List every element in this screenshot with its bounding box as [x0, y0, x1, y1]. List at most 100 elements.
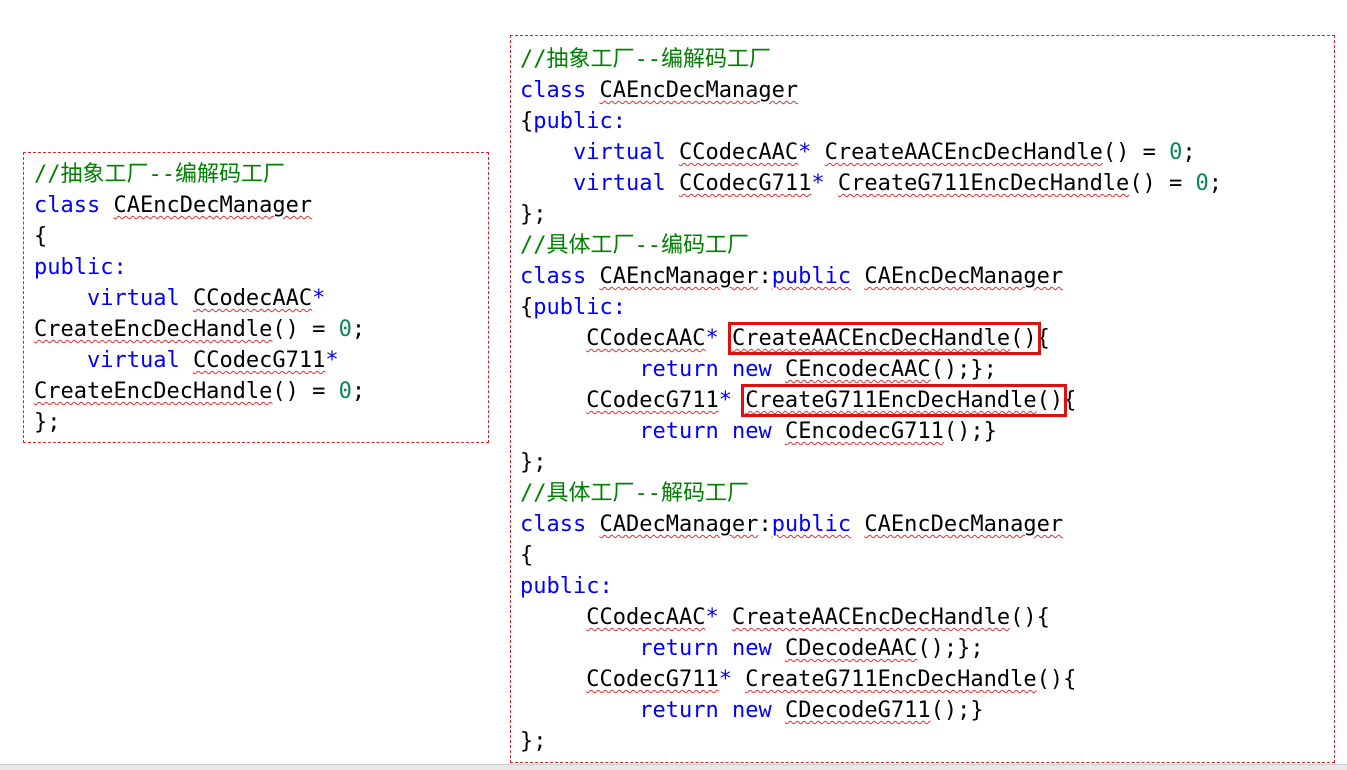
code-line: class CAEncDecManager	[520, 75, 1334, 106]
keyword-class: class	[34, 193, 101, 218]
type-name: CCodecAAC	[678, 140, 799, 165]
pointer-star: *	[705, 326, 719, 351]
paren-open: (	[1036, 388, 1050, 413]
close-brace: };	[34, 410, 61, 435]
type-name: CCodecG711	[678, 171, 812, 196]
keyword-class: class	[520, 264, 587, 289]
class-name: CADecManager	[599, 512, 759, 537]
method-name: CreateG711EncDecHandle	[745, 388, 1037, 413]
keyword-class: class	[520, 512, 587, 537]
open-brace: {	[1063, 388, 1077, 413]
keyword-virtual: virtual	[86, 348, 180, 373]
code-line: CreateEncDecHandle() = 0;	[34, 314, 488, 345]
type-name: CCodecAAC	[586, 605, 706, 630]
type-name: CCodecG711	[586, 388, 719, 413]
method-tail: () =	[1102, 140, 1170, 165]
right-code-box: //抽象工厂--编解码工厂 class CAEncDecManager {pub…	[510, 35, 1335, 763]
open-brace: {	[520, 543, 534, 568]
code-line: virtual CCodecG711* CreateG711EncDecHand…	[520, 168, 1334, 199]
code-line: public:	[34, 252, 488, 283]
code-line: {public:	[520, 106, 1334, 137]
code-line: };	[34, 407, 488, 438]
keyword-new: new	[731, 357, 772, 382]
code-line: class CAEncDecManager	[34, 190, 488, 221]
code-comment: //具体工厂--解码工厂	[520, 481, 749, 506]
semicolon: ;	[351, 317, 366, 342]
code-line: return new CEncodecAAC();};	[520, 354, 1334, 385]
pointer-star: *	[325, 348, 339, 373]
code-comment: //抽象工厂--编解码工厂	[520, 47, 771, 72]
open-brace: {	[520, 109, 534, 134]
code-line: //具体工厂--解码工厂	[520, 478, 1334, 509]
keyword-public: public	[771, 264, 852, 289]
pointer-star: *	[811, 171, 825, 196]
close-brace: };	[520, 450, 547, 475]
code-line: //抽象工厂--编解码工厂	[34, 159, 488, 190]
ctor-name: CDecodeG711	[784, 698, 931, 723]
keyword-public: public:	[34, 255, 127, 280]
keyword-return: return	[639, 357, 719, 382]
pointer-star: *	[718, 388, 732, 413]
base-class-name: CAEncDecManager	[864, 512, 1064, 537]
code-line: return new CDecodeG711();}	[520, 695, 1334, 726]
code-line: };	[520, 726, 1334, 757]
type-name: CCodecG711	[192, 348, 326, 373]
open-brace: {	[520, 295, 534, 320]
type-name: CCodecAAC	[192, 286, 313, 311]
keyword-public: public:	[520, 574, 613, 599]
colon: :	[758, 264, 772, 289]
keyword-public: public:	[533, 109, 626, 134]
keyword-public: public:	[533, 295, 626, 320]
pointer-star: *	[312, 286, 326, 311]
open-brace: {	[1036, 326, 1050, 351]
code-line: class CADecManager:public CAEncDecManage…	[520, 509, 1334, 540]
code-line: //抽象工厂--编解码工厂	[520, 44, 1334, 75]
code-line: {	[520, 540, 1334, 571]
method-name: CreateG711EncDecHandle	[837, 171, 1130, 196]
colon: :	[758, 512, 772, 537]
method-name: CreateEncDecHandle	[34, 317, 273, 342]
code-line: {public:	[520, 292, 1334, 323]
method-name: CreateG711EncDecHandle	[745, 667, 1037, 692]
paren-open: (	[1010, 326, 1024, 351]
call-brace: (){	[1010, 605, 1050, 630]
keyword-public: public	[771, 512, 852, 537]
code-line: virtual CCodecAAC*	[34, 283, 488, 314]
type-name: CCodecG711	[586, 667, 719, 692]
method-name: CreateAACEncDecHandle	[731, 605, 1011, 630]
keyword-virtual: virtual	[572, 140, 666, 165]
code-line: return new CEncodecG711();}	[520, 416, 1334, 447]
method-tail: () =	[1129, 171, 1196, 196]
number-literal: 0	[338, 317, 352, 342]
code-line: CCodecAAC* CreateAACEncDecHandle(){	[520, 602, 1334, 633]
keyword-virtual: virtual	[572, 171, 666, 196]
code-line: CCodecG711* CreateG711EncDecHandle(){	[520, 664, 1334, 695]
keyword-class: class	[520, 78, 587, 103]
code-comment: //具体工厂--编码工厂	[520, 233, 749, 258]
code-line: virtual CCodecG711*	[34, 345, 488, 376]
method-tail: () =	[272, 379, 339, 404]
paren-close: )	[1049, 388, 1064, 413]
code-line: CCodecAAC* CreateAACEncDecHandle(){	[520, 322, 1334, 355]
code-line: {	[34, 221, 488, 252]
number-literal: 0	[1195, 171, 1209, 196]
base-class-name: CAEncDecManager	[864, 264, 1064, 289]
return-tail: ();}	[930, 698, 984, 723]
number-literal: 0	[338, 379, 352, 404]
highlighted-method: CreateG711EncDecHandle()	[741, 384, 1068, 417]
semicolon: ;	[1182, 140, 1196, 165]
code-line: virtual CCodecAAC* CreateAACEncDecHandle…	[520, 137, 1334, 168]
code-line: };	[520, 447, 1334, 478]
keyword-return: return	[639, 698, 719, 723]
return-tail: ();};	[930, 357, 997, 382]
method-tail: () =	[272, 317, 339, 342]
keyword-virtual: virtual	[86, 286, 180, 311]
semicolon: ;	[1208, 171, 1223, 196]
keyword-new: new	[731, 419, 772, 444]
code-line: //具体工厂--编码工厂	[520, 230, 1334, 261]
return-tail: ();};	[917, 636, 984, 661]
class-name: CAEncDecManager	[113, 193, 313, 218]
close-brace: };	[520, 729, 547, 754]
ctor-name: CEncodecAAC	[784, 357, 931, 382]
pointer-star: *	[718, 667, 732, 692]
